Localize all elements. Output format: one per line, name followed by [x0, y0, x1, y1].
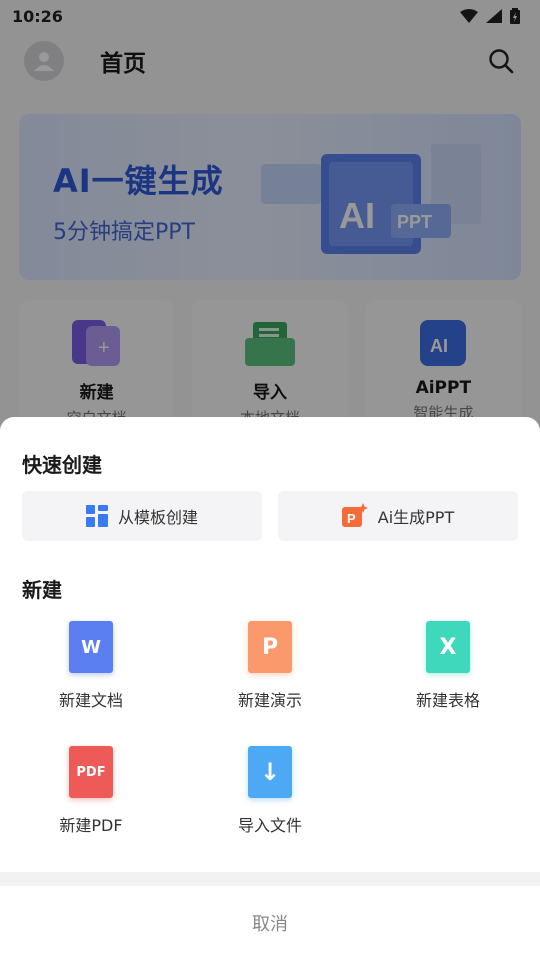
ai-generate-ppt-label: Ai生成PPT	[377, 508, 455, 527]
create-bottom-sheet: 快速创建 从模板创建 P Ai生成PPT 新建 W 新建文档 P 新建演示 X …	[0, 417, 540, 960]
new-presentation-label: 新建演示	[237, 691, 302, 710]
ai-generate-ppt-button[interactable]: P Ai生成PPT	[278, 491, 518, 541]
sheet-divider	[0, 872, 540, 886]
new-document-label: 新建文档	[58, 691, 123, 710]
template-grid-icon	[85, 505, 108, 527]
new-presentation-item[interactable]: P 新建演示	[180, 621, 360, 711]
download-arrow-glyph: ↓	[259, 758, 281, 786]
pdf-glyph: PDF	[76, 764, 106, 780]
pdf-doc-icon: PDF	[69, 746, 113, 798]
svg-text:P: P	[347, 511, 356, 526]
new-document-item[interactable]: W 新建文档	[1, 621, 181, 711]
new-spreadsheet-label: 新建表格	[415, 691, 480, 710]
cancel-button[interactable]: 取消	[0, 886, 540, 960]
excel-doc-icon: X	[426, 621, 470, 673]
import-file-icon: ↓	[248, 746, 292, 798]
create-from-template-button[interactable]: 从模板创建	[22, 491, 262, 541]
ppt-glyph: P	[261, 634, 279, 660]
import-file-item[interactable]: ↓ 导入文件	[180, 746, 360, 836]
word-glyph: W	[81, 636, 101, 658]
ai-ppt-icon: P	[341, 503, 368, 527]
excel-glyph: X	[439, 634, 457, 660]
ppt-doc-icon: P	[248, 621, 292, 673]
create-from-template-label: 从模板创建	[117, 508, 198, 527]
quick-create-title: 快速创建	[22, 453, 102, 477]
new-pdf-label: 新建PDF	[59, 816, 123, 835]
new-spreadsheet-item[interactable]: X 新建表格	[358, 621, 538, 711]
new-section-title: 新建	[22, 578, 62, 602]
new-pdf-item[interactable]: PDF 新建PDF	[1, 746, 181, 836]
import-file-label: 导入文件	[237, 816, 302, 835]
word-doc-icon: W	[69, 621, 113, 673]
